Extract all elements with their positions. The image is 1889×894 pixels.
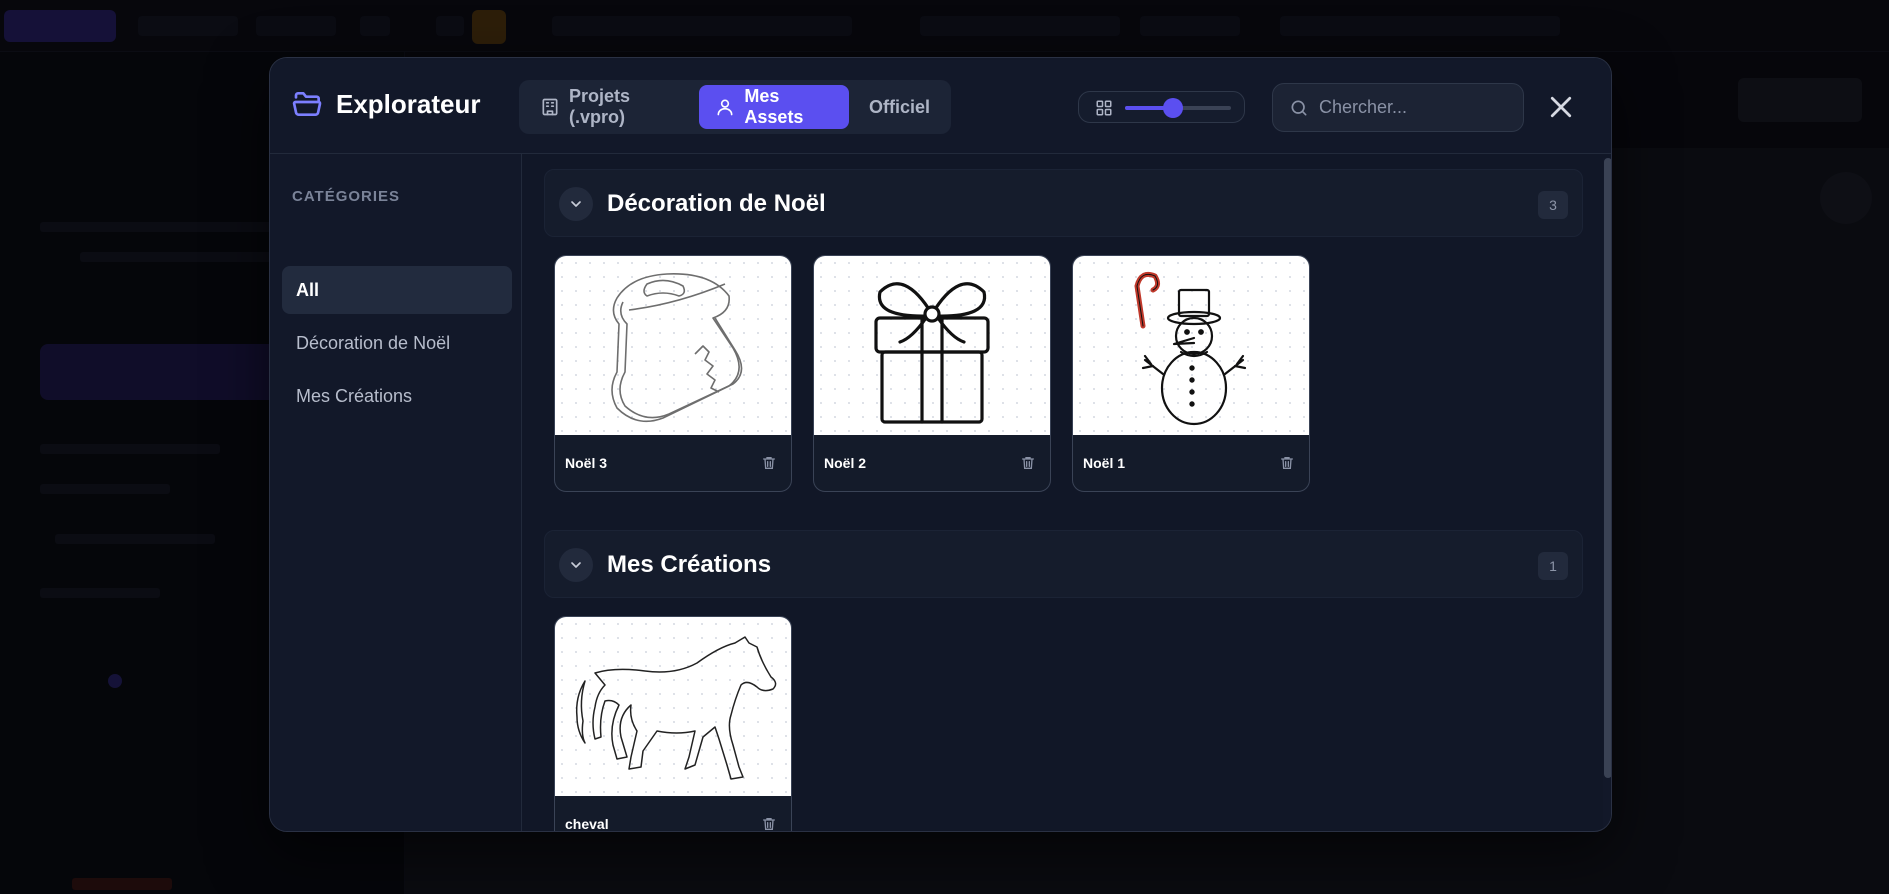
search-box [1272,83,1524,132]
tab-projets[interactable]: Projets (.vpro) [524,85,695,129]
search-icon [1289,98,1309,118]
sidebar-item-decoration-de-noel[interactable]: Décoration de Noël [282,319,512,367]
delete-button[interactable] [761,455,777,471]
thumbnail-size-control [1078,91,1245,123]
delete-button[interactable] [1020,455,1036,471]
modal-title: Explorateur [336,88,481,119]
explorer-modal: Explorateur Projets (.vpro) Mes Assets O… [269,57,1612,832]
sidebar-item-label: Décoration de Noël [296,332,451,353]
section-title: Décoration de Noël [607,190,826,217]
trash-icon [1022,457,1034,469]
horse-image [575,636,777,780]
trash-icon [1281,457,1293,469]
snowman-image [1134,271,1247,426]
categories-heading: CATÉGORIES [292,188,401,205]
sidebar-item-label: Mes Créations [296,385,413,406]
asset-card[interactable]: Noël 1 [1072,255,1310,492]
asset-content: Décoration de Noël 3 Noël 3 Noël 2 Noël … [522,154,1611,832]
tab-mes-assets[interactable]: Mes Assets [699,85,849,129]
modal-title-group: Explorateur [292,88,481,120]
modal-header: Explorateur Projets (.vpro) Mes Assets O… [270,58,1611,154]
asset-card[interactable]: Noël 2 [813,255,1051,492]
sidebar-item-mes-creations[interactable]: Mes Créations [282,372,512,420]
zoom-slider[interactable] [1125,98,1231,118]
asset-thumbnail [814,256,1050,435]
count-badge: 3 [1538,191,1568,219]
user-icon [715,97,735,117]
close-icon [1546,92,1576,122]
asset-name: Noël 3 [565,455,608,471]
section-header-decoration-de-noel[interactable]: Décoration de Noël 3 [544,169,1583,237]
close-button[interactable] [1546,92,1576,122]
sidebar-item-all[interactable]: All [282,266,512,314]
trash-icon [763,457,775,469]
christmas-stocking-image [611,273,743,423]
grid-icon [1095,99,1113,117]
asset-name: Noël 1 [1083,455,1126,471]
content-scrollbar-thumb[interactable] [1604,158,1611,778]
count-badge: 1 [1538,552,1568,580]
collapse-button[interactable] [559,548,593,582]
asset-card-footer: Noël 3 [555,435,791,491]
collapse-button[interactable] [559,187,593,221]
delete-button[interactable] [761,816,777,831]
gift-box-image [874,282,990,424]
asset-card-footer: cheval [555,796,791,832]
asset-name: cheval [565,816,609,832]
asset-card[interactable]: Noël 3 [554,255,792,492]
search-input[interactable] [1319,84,1515,131]
tab-label: Mes Assets [744,86,804,127]
delete-button[interactable] [1279,455,1295,471]
folder-open-icon [292,88,324,120]
sidebar-item-label: All [296,279,320,300]
source-tabs: Projets (.vpro) Mes Assets Officiel [519,80,951,134]
asset-card-footer: Noël 2 [814,435,1050,491]
tab-label: Projets (.vpro) [569,86,631,127]
asset-thumbnail [555,256,791,435]
building-icon [540,97,560,117]
asset-name: Noël 2 [824,455,867,471]
trash-icon [763,818,775,830]
tab-officiel[interactable]: Officiel [853,85,946,129]
asset-thumbnail [555,617,791,796]
tab-label: Officiel [868,96,930,117]
category-sidebar: CATÉGORIES All Décoration de Noël Mes Cr… [270,154,522,831]
section-header-mes-creations[interactable]: Mes Créations 1 [544,530,1583,598]
chevron-down-icon [568,557,584,573]
zoom-slider-thumb[interactable] [1162,98,1183,118]
asset-card-footer: Noël 1 [1073,435,1309,491]
chevron-down-icon [568,196,584,212]
asset-card[interactable]: cheval [554,616,792,832]
section-title: Mes Créations [607,551,772,578]
asset-thumbnail [1073,256,1309,435]
